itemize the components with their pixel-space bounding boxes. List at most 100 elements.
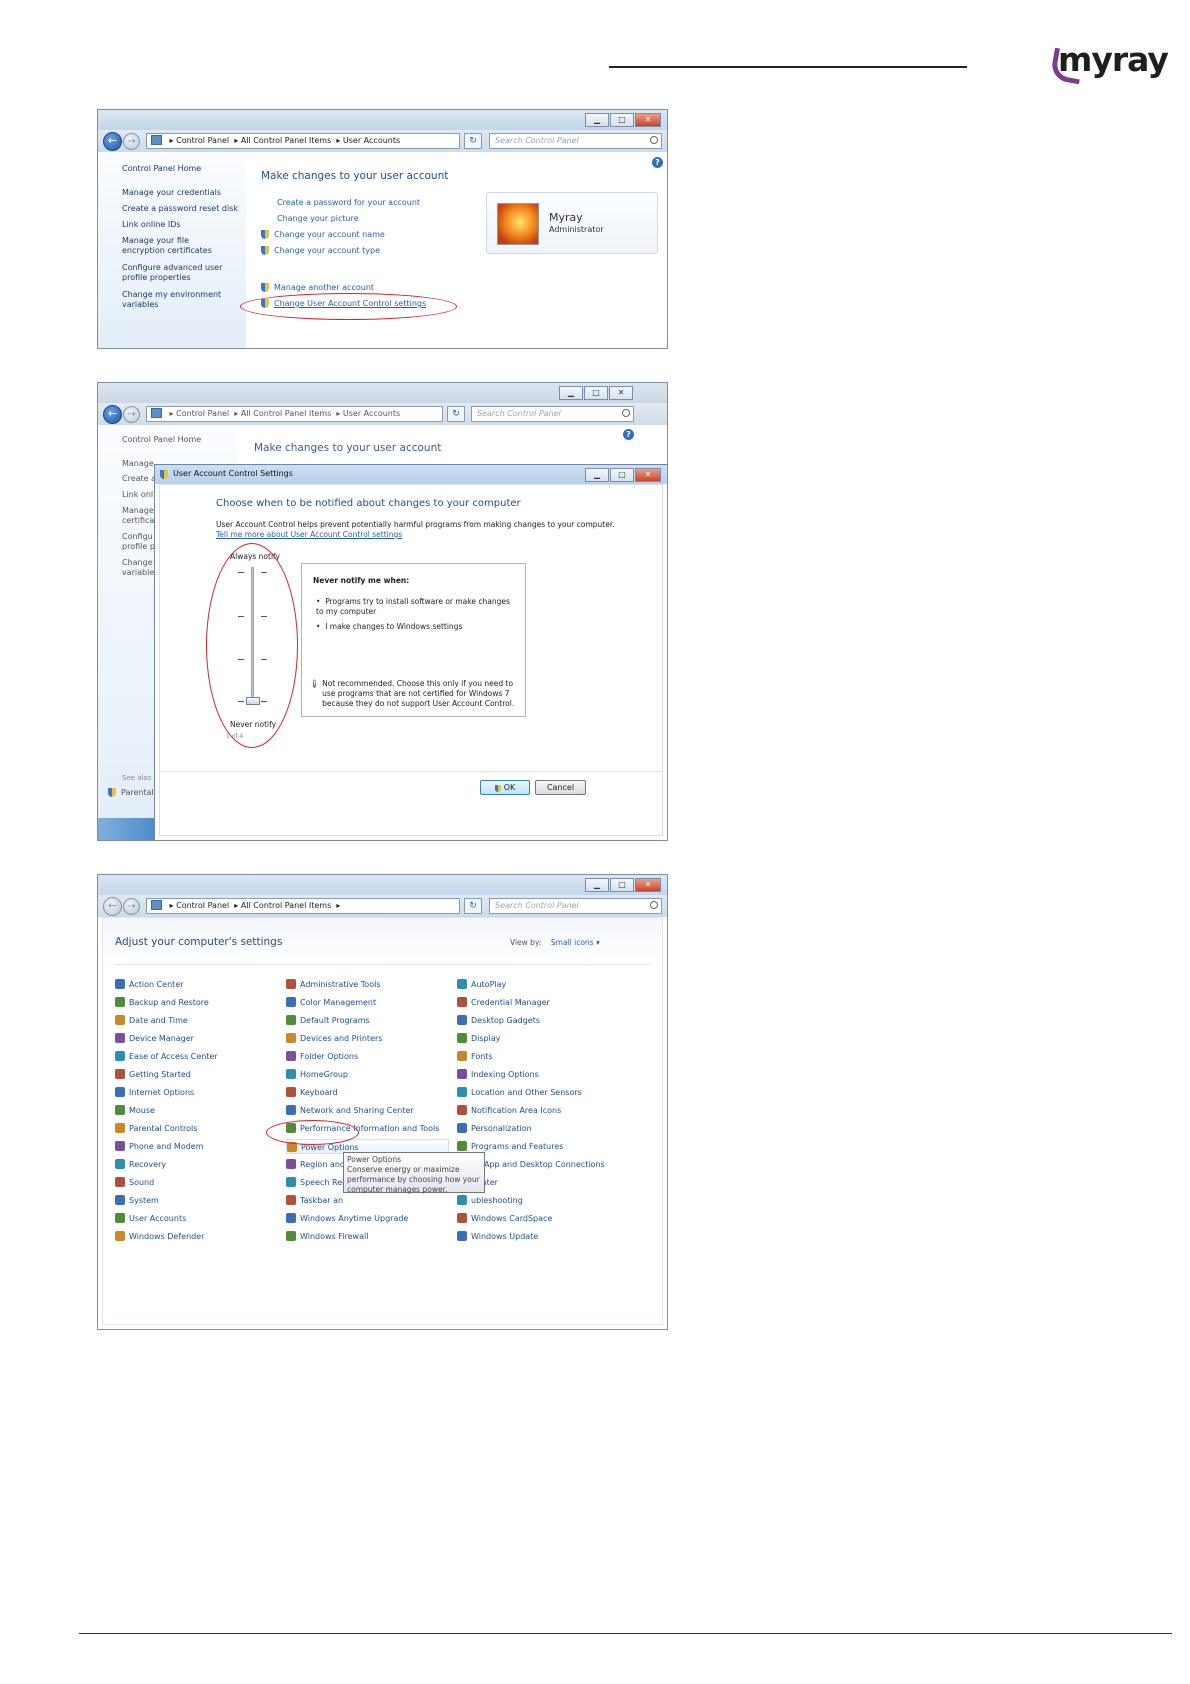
crumb-control-panel[interactable]: Control Panel [176, 136, 229, 145]
cp-item-action-center[interactable]: Action Center [115, 979, 184, 989]
close-button[interactable]: ✕ [635, 113, 661, 127]
maximize-button[interactable]: □ [610, 113, 634, 127]
minimize-button[interactable]: ▁ [585, 468, 609, 482]
cp-item-system[interactable]: System [115, 1195, 159, 1205]
cp-item-desktop-gadgets[interactable]: Desktop Gadgets [457, 1015, 540, 1025]
back-icon[interactable]: ← [103, 132, 122, 151]
crumb-user-accounts[interactable]: User Accounts [343, 136, 400, 145]
sidebar-frag[interactable]: Configu [122, 532, 153, 542]
cp-item-windows-update[interactable]: Windows Update [457, 1231, 538, 1241]
tell-me-more-link[interactable]: Tell me more about User Account Control … [216, 530, 402, 539]
cp-item-taskbar-an[interactable]: Taskbar an [286, 1195, 343, 1205]
cp-item-phone-and-modem[interactable]: Phone and Modem [115, 1141, 204, 1151]
sidebar-frag[interactable]: certifica [122, 516, 154, 526]
cp-item-homegroup[interactable]: HomeGroup [286, 1069, 348, 1079]
refresh-icon[interactable]: ↻ [464, 133, 482, 149]
back-icon[interactable]: ← [103, 405, 122, 424]
cp-item-getting-started[interactable]: Getting Started [115, 1069, 191, 1079]
breadcrumb[interactable]: ▸ Control Panel ▸ All Control Panel Item… [146, 406, 443, 422]
sidebar-parental[interactable]: Parental [108, 788, 154, 798]
link-change-type[interactable]: Change your account type [261, 246, 380, 255]
maximize-button[interactable]: □ [584, 386, 608, 400]
close-button[interactable]: ✕ [635, 468, 661, 482]
cp-item-internet-options[interactable]: Internet Options [115, 1087, 194, 1097]
cp-item-recovery[interactable]: Recovery [115, 1159, 166, 1169]
cp-item-windows-anytime-upgrade[interactable]: Windows Anytime Upgrade [286, 1213, 408, 1223]
minimize-button[interactable]: ▁ [585, 113, 609, 127]
sidebar-frag[interactable]: Manage [122, 506, 154, 516]
sidebar-frag[interactable]: Link onl [122, 490, 153, 500]
cp-item-devices-and-printers[interactable]: Devices and Printers [286, 1033, 382, 1043]
cp-item-location-and-other-sensors[interactable]: Location and Other Sensors [457, 1087, 582, 1097]
maximize-button[interactable]: □ [610, 468, 634, 482]
cp-item-color-management[interactable]: Color Management [286, 997, 376, 1007]
cp-item-fonts[interactable]: Fonts [457, 1051, 493, 1061]
sidebar-frag[interactable]: profile p [122, 542, 155, 552]
cp-item-sound[interactable]: Sound [115, 1177, 154, 1187]
cp-item-indexing-options[interactable]: Indexing Options [457, 1069, 539, 1079]
sidebar-item-online-ids[interactable]: Link online IDs [122, 220, 181, 230]
breadcrumb[interactable]: ▸ Control Panel ▸ All Control Panel Item… [146, 133, 460, 149]
cancel-button[interactable]: Cancel [535, 780, 586, 795]
refresh-icon[interactable]: ↻ [447, 406, 465, 422]
cp-item-date-and-time[interactable]: Date and Time [115, 1015, 188, 1025]
breadcrumb[interactable]: ▸ Control Panel ▸ All Control Panel Item… [146, 898, 460, 914]
sidebar-item-reset-disk[interactable]: Create a password reset disk [122, 204, 242, 214]
help-icon[interactable]: ? [652, 157, 663, 168]
sidebar-frag[interactable]: variable [122, 568, 154, 578]
cp-item-mouse[interactable]: Mouse [115, 1105, 155, 1115]
forward-icon[interactable]: → [123, 898, 140, 915]
sidebar-item-encryption[interactable]: Manage your file encryption certificates [122, 236, 234, 256]
link-manage-another[interactable]: Manage another account [261, 283, 374, 292]
back-icon[interactable]: ← [103, 897, 122, 916]
cp-item-display[interactable]: Display [457, 1033, 501, 1043]
forward-icon[interactable]: → [123, 406, 140, 423]
cp-item-default-programs[interactable]: Default Programs [286, 1015, 370, 1025]
cp-item-autoplay[interactable]: AutoPlay [457, 979, 506, 989]
sidebar-item-credentials[interactable]: Manage your credentials [122, 188, 237, 198]
cp-item-credential-manager[interactable]: Credential Manager [457, 997, 550, 1007]
sidebar-item-profile[interactable]: Configure advanced user profile properti… [122, 263, 224, 283]
cp-item-region-and[interactable]: Region and [286, 1159, 345, 1169]
minimize-button[interactable]: ▁ [585, 878, 609, 892]
cp-item-folder-options[interactable]: Folder Options [286, 1051, 358, 1061]
sidebar-home[interactable]: Control Panel Home [122, 164, 201, 174]
cp-item-user-accounts[interactable]: User Accounts [115, 1213, 186, 1223]
link-change-name[interactable]: Change your account name [261, 230, 385, 239]
sidebar-item-env-vars[interactable]: Change my environment variables [122, 290, 224, 310]
cp-item-notification-area-icons[interactable]: Notification Area Icons [457, 1105, 561, 1115]
cp-item-windows-defender[interactable]: Windows Defender [115, 1231, 204, 1241]
cp-item-ease-of-access-center[interactable]: Ease of Access Center [115, 1051, 218, 1061]
sidebar-frag[interactable]: Create a [122, 474, 156, 484]
search-input[interactable]: Search Control Panel [489, 133, 662, 149]
cp-item-windows-firewall[interactable]: Windows Firewall [286, 1231, 368, 1241]
cp-item-ubleshooting[interactable]: ubleshooting [457, 1195, 523, 1205]
crumb-all-items[interactable]: All Control Panel Items [241, 136, 331, 145]
cp-item-personalization[interactable]: Personalization [457, 1123, 532, 1133]
link-create-password[interactable]: Create a password for your account [277, 198, 420, 207]
cp-item-network-and-sharing-center[interactable]: Network and Sharing Center [286, 1105, 414, 1115]
cp-item-parental-controls[interactable]: Parental Controls [115, 1123, 197, 1133]
search-input[interactable]: Search Control Panel [489, 898, 662, 914]
close-button[interactable]: ✕ [635, 878, 661, 892]
cp-item-backup-and-restore[interactable]: Backup and Restore [115, 997, 209, 1007]
sidebar-frag[interactable]: Change [122, 558, 153, 568]
help-icon[interactable]: ? [623, 429, 634, 440]
maximize-button[interactable]: □ [610, 878, 634, 892]
sidebar-home[interactable]: Control Panel Home [122, 435, 201, 445]
cp-item-keyboard[interactable]: Keyboard [286, 1087, 338, 1097]
ok-button[interactable]: OK [480, 780, 530, 795]
view-by-dropdown[interactable]: Small icons [551, 938, 594, 947]
sidebar-frag[interactable]: Manage [122, 459, 154, 469]
search-input[interactable]: Search Control Panel [471, 406, 634, 422]
link-change-picture[interactable]: Change your picture [277, 214, 359, 223]
cp-item-device-manager[interactable]: Device Manager [115, 1033, 194, 1043]
minimize-button[interactable]: ▁ [559, 386, 583, 400]
cp-item-speech-rec[interactable]: Speech Rec [286, 1177, 347, 1187]
cp-item-windows-cardspace[interactable]: Windows CardSpace [457, 1213, 552, 1223]
cp-item-programs-and-features[interactable]: Programs and Features [457, 1141, 563, 1151]
close-button[interactable]: ✕ [609, 386, 633, 400]
forward-icon[interactable]: → [123, 133, 140, 150]
refresh-icon[interactable]: ↻ [464, 898, 482, 914]
cp-item-administrative-tools[interactable]: Administrative Tools [286, 979, 380, 989]
